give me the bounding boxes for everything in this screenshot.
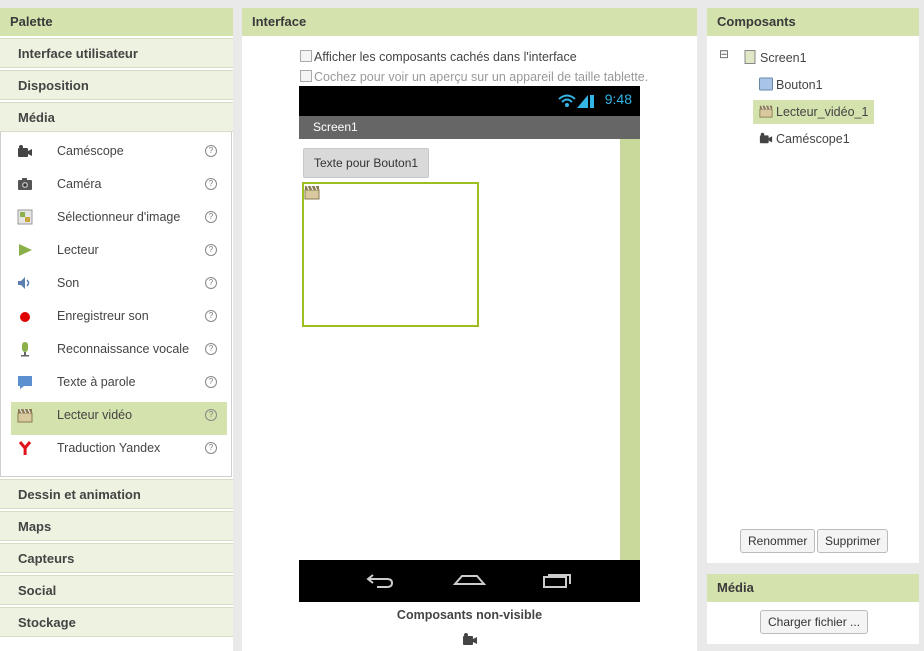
media-header: Média [707, 574, 919, 602]
help-icon[interactable]: ? [205, 343, 217, 355]
help-icon[interactable]: ? [205, 244, 217, 256]
category-user-interface[interactable]: Interface utilisateur [0, 38, 233, 68]
palette-item-text-to-speech[interactable]: Texte à parole ? [11, 369, 227, 402]
category-layout[interactable]: Disposition [0, 70, 233, 100]
speaker-icon [18, 277, 30, 289]
palette-item-label: Caméscope [57, 144, 124, 158]
help-icon[interactable]: ? [205, 310, 217, 322]
button1-preview[interactable]: Texte pour Bouton1 [303, 148, 430, 178]
image-picker-icon [17, 209, 33, 225]
category-media[interactable]: Média [0, 102, 233, 132]
category-drawing-animation[interactable]: Dessin et animation [0, 479, 233, 509]
palette-item-label: Enregistreur son [57, 309, 149, 323]
phone-screen[interactable]: Texte pour Bouton1 [299, 139, 620, 560]
palette-item-sound-recorder[interactable]: Enregistreur son ? [11, 303, 227, 336]
status-time: 9:48 [604, 91, 632, 107]
interface-panel: Interface Afficher les composants cachés… [242, 8, 697, 651]
palette-item-label: Sélectionneur d'image [57, 210, 181, 224]
tree-node-screen1[interactable]: Screen1 [743, 46, 807, 70]
palette-item-label: Traduction Yandex [57, 441, 161, 455]
show-hidden-checkbox[interactable]: Afficher les composants cachés dans l'in… [300, 50, 577, 64]
media-component-list: Caméscope ? Caméra ? Sélectionneur d'ima… [0, 132, 232, 477]
wifi-signal-battery-icon [558, 94, 594, 108]
palette-item-video-player[interactable]: Lecteur vidéo ? [11, 402, 227, 435]
checkbox-box[interactable] [300, 70, 312, 82]
tree-node-camcorder1[interactable]: Caméscope1 [759, 127, 850, 151]
collapse-icon[interactable]: ⊟ [719, 47, 729, 61]
phone-preview: 9:48 Screen1 Texte pour Bouton1 [299, 86, 640, 602]
palette-item-camcorder[interactable]: Caméscope ? [11, 138, 227, 171]
checkbox-box[interactable] [300, 50, 312, 62]
video-player-preview[interactable] [302, 182, 479, 327]
help-icon[interactable]: ? [205, 442, 217, 454]
help-icon[interactable]: ? [205, 277, 217, 289]
category-storage[interactable]: Stockage [0, 607, 233, 637]
palette-item-yandex-translate[interactable]: Traduction Yandex ? [11, 435, 227, 468]
clapperboard-icon [759, 105, 773, 118]
status-bar: 9:48 [299, 86, 640, 116]
record-icon [20, 312, 30, 322]
palette-item-label: Lecteur vidéo [57, 408, 133, 422]
palette-item-label: Reconnaissance vocale [57, 342, 190, 356]
help-icon[interactable]: ? [205, 376, 217, 388]
clapperboard-icon [304, 185, 320, 200]
screen-scrollbar[interactable] [620, 139, 640, 560]
palette-item-label: Caméra [57, 177, 102, 191]
camcorder-icon [18, 145, 32, 157]
components-header: Composants [707, 8, 919, 36]
nav-bar [299, 560, 640, 602]
button-icon [759, 77, 773, 91]
tree-node-label: Bouton1 [776, 78, 823, 92]
play-icon [19, 244, 32, 256]
palette-item-label: Son [57, 276, 80, 290]
palette-item-camera[interactable]: Caméra ? [11, 171, 227, 204]
palette-item-label: Lecteur [57, 243, 99, 257]
tablet-preview-label: Cochez pour voir un aperçu sur un appare… [314, 70, 649, 84]
palette-header: Palette [0, 8, 233, 36]
screen-title-bar: Screen1 [299, 116, 640, 139]
palette-item-player[interactable]: Lecteur ? [11, 237, 227, 270]
palette-item-image-picker[interactable]: Sélectionneur d'image ? [11, 204, 227, 237]
nav-buttons [366, 574, 571, 588]
tree-node-label: Screen1 [760, 51, 807, 65]
speech-bubble-icon [18, 376, 32, 389]
tree-node-video-player[interactable]: Lecteur_vidéo_1 [753, 100, 875, 124]
yandex-icon [18, 441, 32, 455]
clapperboard-icon [17, 408, 33, 423]
tree-node-label: Lecteur_vidéo_1 [776, 105, 869, 119]
help-icon[interactable]: ? [205, 145, 217, 157]
back-icon [366, 574, 394, 588]
camera-icon [18, 178, 32, 190]
palette-item-sound[interactable]: Son ? [11, 270, 227, 303]
show-hidden-label: Afficher les composants cachés dans l'in… [314, 50, 577, 64]
microphone-icon [21, 342, 29, 357]
palette-panel: Palette Interface utilisateur Dispositio… [0, 8, 233, 651]
tablet-preview-checkbox[interactable]: Cochez pour voir un aperçu sur un appare… [300, 70, 648, 84]
palette-item-label: Texte à parole [57, 375, 136, 389]
category-social[interactable]: Social [0, 575, 233, 605]
media-panel: Média Charger fichier ... [707, 574, 919, 644]
recent-apps-icon [543, 574, 571, 588]
camcorder-icon [759, 132, 773, 144]
help-icon[interactable]: ? [205, 211, 217, 223]
upload-file-button[interactable]: Charger fichier ... [760, 610, 869, 634]
tree-node-button1[interactable]: Bouton1 [759, 73, 823, 97]
status-icons [558, 93, 594, 112]
nonvisible-label: Composants non-visible [396, 608, 543, 622]
category-maps[interactable]: Maps [0, 511, 233, 541]
palette-item-speech-recognizer[interactable]: Reconnaissance vocale ? [11, 336, 227, 369]
camcorder-icon[interactable] [461, 631, 479, 647]
tree-node-label: Caméscope1 [776, 132, 850, 146]
delete-button[interactable]: Supprimer [817, 529, 889, 553]
help-icon[interactable]: ? [205, 178, 217, 190]
screen-icon [744, 50, 756, 64]
interface-header: Interface [242, 8, 697, 36]
help-icon[interactable]: ? [205, 409, 217, 421]
components-panel: Composants ⊟ Screen1 Bouton1 Lecteur_vid… [707, 8, 919, 563]
home-icon [452, 575, 487, 585]
category-sensors[interactable]: Capteurs [0, 543, 233, 573]
rename-button[interactable]: Renommer [740, 529, 816, 553]
